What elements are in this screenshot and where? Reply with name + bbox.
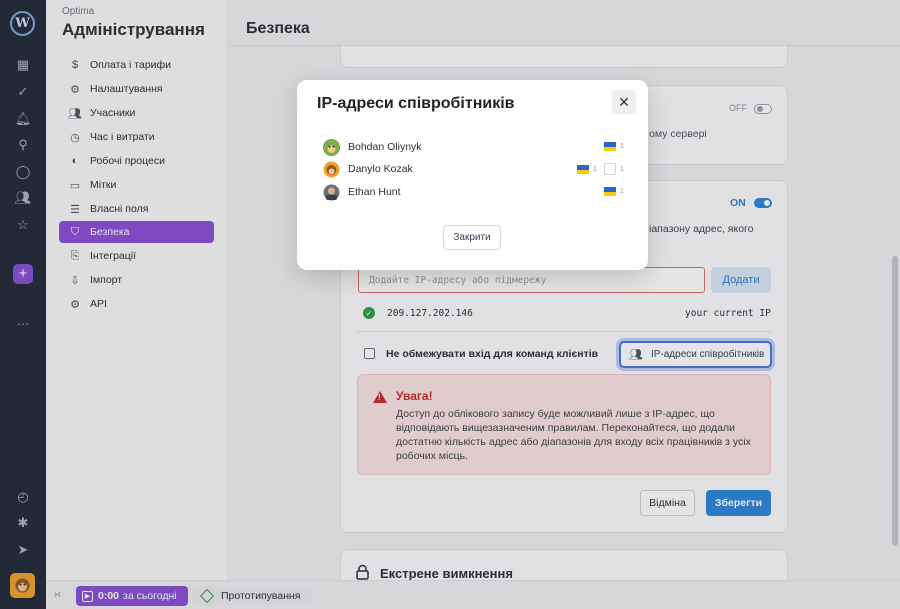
ukraine-flag-icon bbox=[577, 165, 589, 174]
unknown-flag-icon bbox=[604, 163, 616, 175]
ukraine-flag-icon bbox=[604, 142, 616, 151]
modal-title: IP-адреси співробітників bbox=[317, 95, 515, 112]
ukraine-flag-icon bbox=[604, 187, 616, 196]
list-item: Ethan Hunt bbox=[323, 183, 623, 201]
ip-count: 1 bbox=[620, 166, 624, 173]
person-name: Danylo Kozak bbox=[348, 163, 413, 175]
list-item: Bohdan Oliynyk bbox=[323, 138, 623, 156]
employee-ips-modal: IP-адреси співробітників ✕ Bohdan Oliyny… bbox=[297, 80, 648, 270]
ip-count: 1 bbox=[620, 143, 624, 150]
avatar bbox=[323, 161, 340, 178]
avatar bbox=[323, 184, 340, 201]
avatar bbox=[323, 138, 340, 156]
person-name: Bohdan Oliynyk bbox=[348, 141, 422, 153]
ip-count: 1 bbox=[593, 166, 597, 173]
person-name: Ethan Hunt bbox=[348, 186, 401, 198]
close-button[interactable]: Закрити bbox=[443, 225, 501, 250]
ip-count: 1 bbox=[620, 188, 624, 195]
close-icon[interactable]: ✕ bbox=[612, 90, 636, 114]
